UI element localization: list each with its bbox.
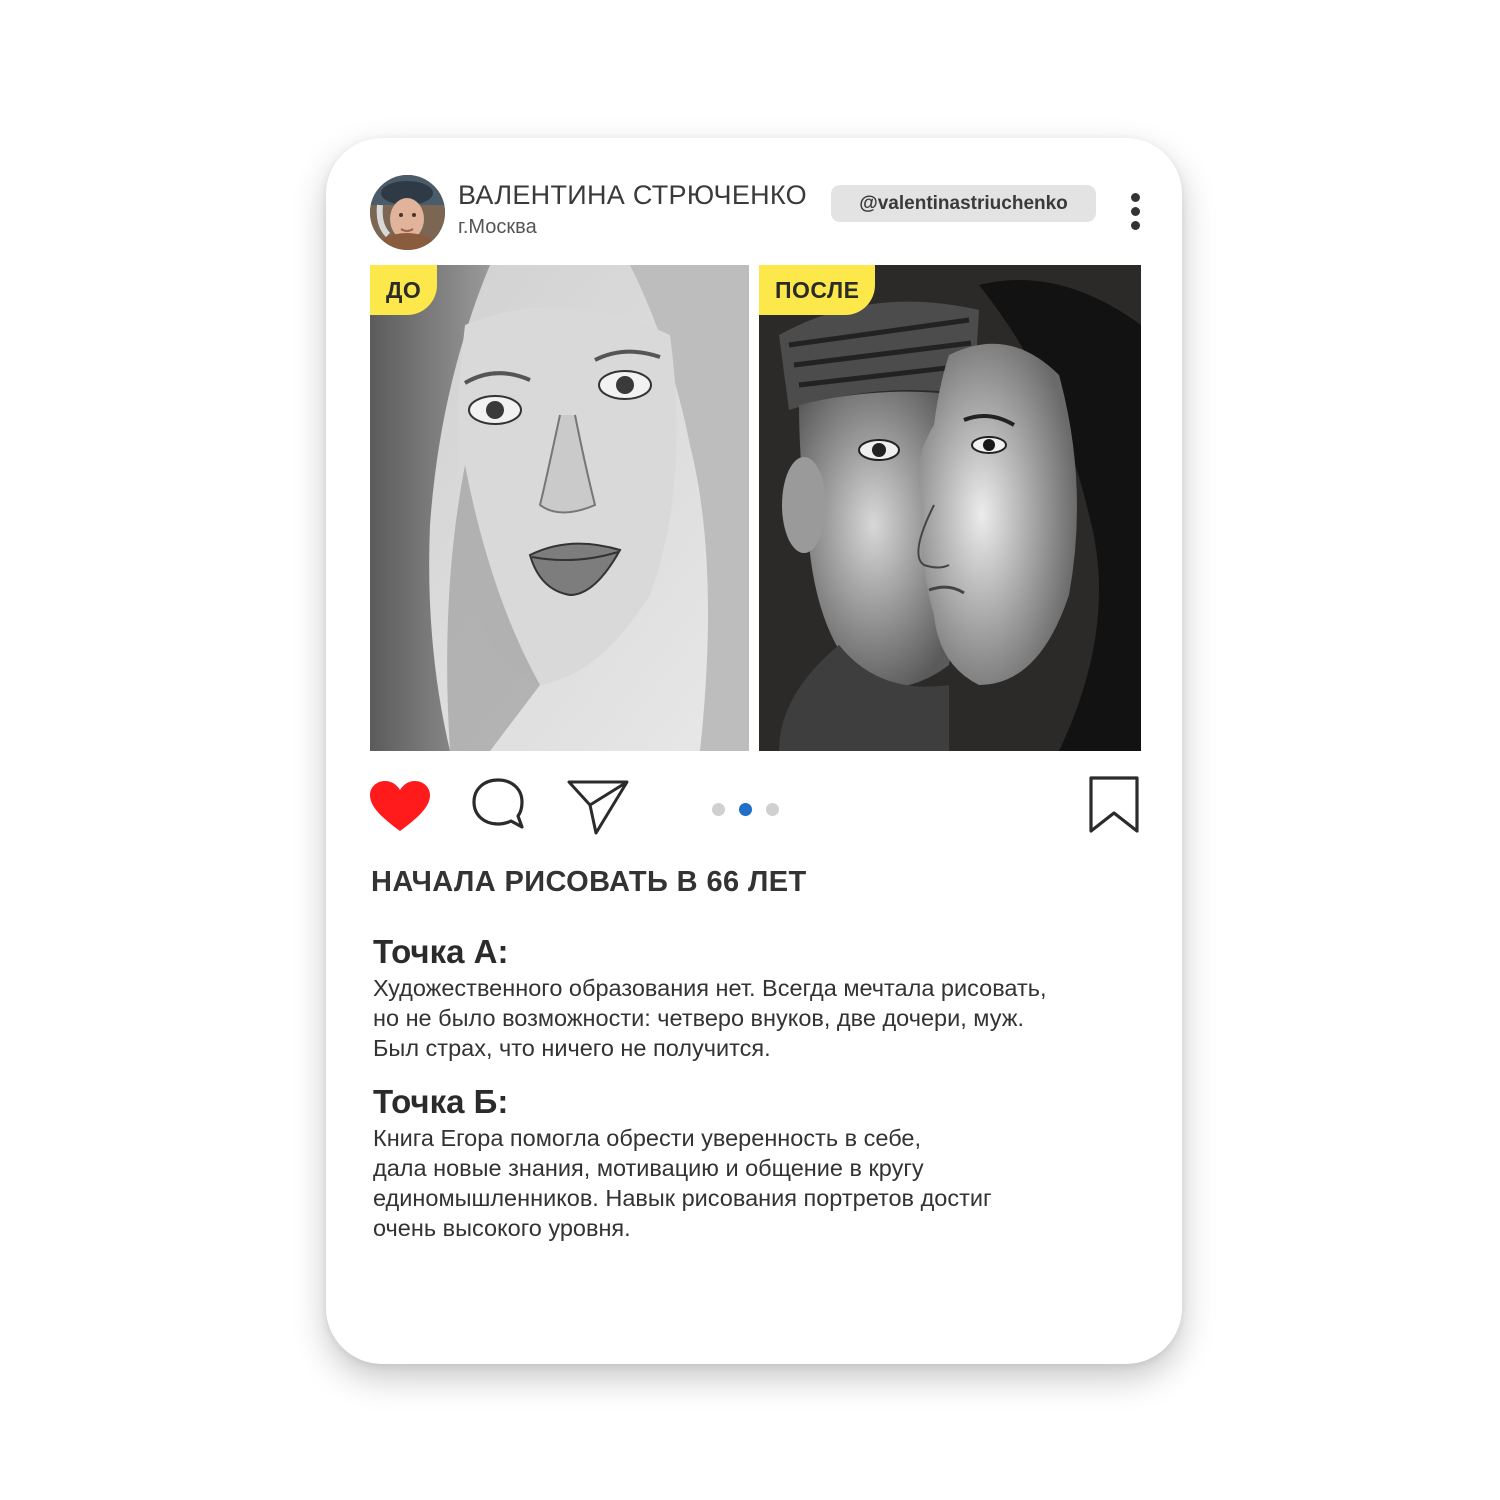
carousel-dot-2[interactable] xyxy=(739,803,752,816)
paper-plane-icon[interactable] xyxy=(566,778,630,836)
after-label: ПОСЛЕ xyxy=(759,265,876,315)
more-options-icon[interactable] xyxy=(1124,193,1148,231)
point-b-line: очень высокого уровня. xyxy=(373,1215,631,1241)
bookmark-icon[interactable] xyxy=(1088,775,1140,835)
avatar[interactable] xyxy=(370,175,445,250)
post-headline: НАЧАЛА РИСОВАТЬ В 66 ЛЕТ xyxy=(371,866,807,898)
after-drawing-image[interactable]: ПОСЛЕ xyxy=(759,265,1141,751)
before-sketch-illustration xyxy=(370,265,749,751)
after-portrait-illustration xyxy=(759,265,1141,751)
point-b-text: Книга Егора помогла обрести уверенность … xyxy=(373,1123,1133,1243)
avatar-portrait xyxy=(370,175,445,250)
author-location: г.Москва xyxy=(458,216,537,238)
point-a-line: но не было возможности: четверо внуков, … xyxy=(373,1005,1024,1031)
carousel-dot-1[interactable] xyxy=(712,803,725,816)
point-a-title: Точка А: xyxy=(373,933,509,970)
point-a-text: Художественного образования нет. Всегда … xyxy=(373,973,1133,1063)
before-drawing-image[interactable]: ДО xyxy=(370,265,749,751)
point-a-line: Был страх, что ничего не получится. xyxy=(373,1035,771,1061)
point-b-line: единомышленников. Навык рисования портре… xyxy=(373,1185,992,1211)
author-name[interactable]: ВАЛЕНТИНА СТРЮЧЕНКО xyxy=(458,180,807,211)
point-b-line: Книга Егора помогла обрести уверенность … xyxy=(373,1125,921,1151)
post-card: ВАЛЕНТИНА СТРЮЧЕНКО г.Москва @valentinas… xyxy=(326,138,1182,1364)
point-b-line: дала новые знания, мотивацию и общение в… xyxy=(373,1155,924,1181)
comment-bubble-icon[interactable] xyxy=(470,776,526,832)
point-a-line: Художественного образования нет. Всегда … xyxy=(373,975,1047,1001)
point-b-title: Точка Б: xyxy=(373,1083,509,1120)
carousel-dot-3[interactable] xyxy=(766,803,779,816)
author-handle-badge[interactable]: @valentinastriuchenko xyxy=(831,185,1096,222)
heart-icon[interactable] xyxy=(370,781,430,833)
